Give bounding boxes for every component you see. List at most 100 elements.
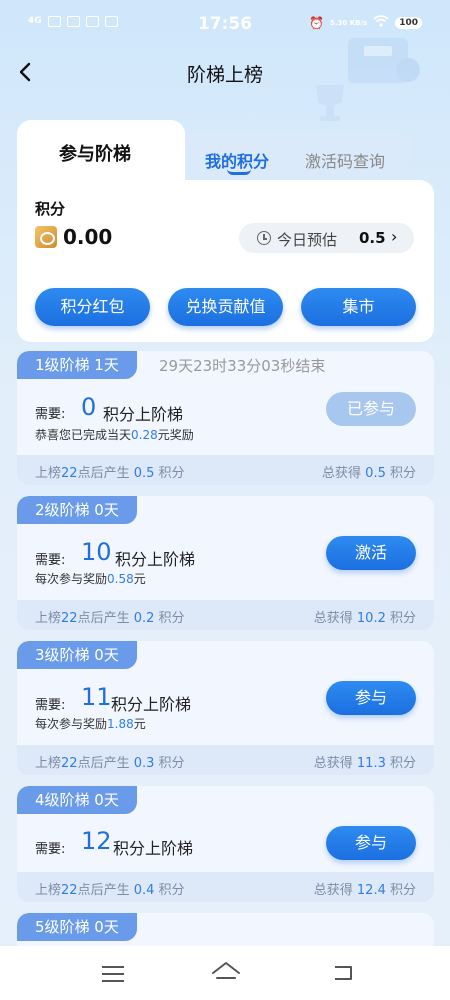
- tier-footer-right: 总获得 12.4 积分: [314, 879, 416, 898]
- tier-footer-right: 总获得 11.3 积分: [314, 752, 416, 771]
- tier-footer-right: 总获得 0.5 积分: [322, 462, 416, 481]
- footer-text: 点后产生: [77, 466, 134, 481]
- tier-badge: 3级阶梯 0天: [17, 641, 137, 669]
- coin-icon: [35, 226, 57, 248]
- tier-footer: 上榜22点后产生 0.3 积分 总获得 11.3 积分: [17, 745, 434, 775]
- tier-need-unit: 积分上阶梯: [115, 550, 196, 569]
- tier-card-2: 2级阶梯 0天 需要: 10 积分上阶梯 每次参与奖励0.58元 激活 上榜22…: [17, 496, 434, 630]
- tier-footer-left: 上榜22点后产生 0.3 积分: [35, 752, 185, 771]
- footer-text: 总获得: [313, 756, 357, 771]
- tab-activation-code[interactable]: 激活码查询: [305, 148, 385, 172]
- tier-note: 恭喜您已完成当天0.28元奖励: [35, 426, 194, 443]
- footer-total: 12.4: [356, 883, 386, 898]
- footer-text: 上榜: [35, 611, 62, 626]
- points-card: 参与阶梯 我的积分 激活码查询 积分 0.00 今日预估 0.5 › 积分红包 …: [17, 120, 434, 342]
- footer-unit: 积分: [154, 611, 185, 626]
- tier-note-amount: 0.58: [107, 572, 134, 586]
- tier-card-3: 3级阶梯 0天 需要: 11 积分上阶梯 每次参与奖励1.88元 参与 上榜22…: [17, 641, 434, 775]
- network-speed: 5.30 KB/s: [330, 18, 368, 27]
- tier-need-unit: 积分上阶梯: [103, 405, 184, 424]
- battery-indicator: 100: [395, 17, 422, 29]
- alarm-icon: ⏰: [309, 16, 324, 30]
- tier-footer: 上榜22点后产生 0.4 积分 总获得 12.4 积分: [17, 872, 434, 902]
- tier-note-suffix: 元奖励: [157, 428, 194, 442]
- points-label: 积分: [35, 200, 66, 218]
- chevron-right-icon: ›: [391, 227, 398, 246]
- today-estimate[interactable]: 今日预估 0.5 ›: [239, 223, 414, 253]
- tier-note: 每次参与奖励0.58元: [35, 570, 146, 587]
- points-card-body: 积分 0.00 今日预估 0.5 › 积分红包 兑换贡献值 集市: [17, 180, 434, 342]
- tab-join-ladder-label: 参与阶梯: [59, 144, 131, 165]
- footer-text: 点后产生: [77, 611, 134, 626]
- footer-unit: 积分: [385, 883, 416, 898]
- tier-footer-left: 上榜22点后产生 0.5 积分: [35, 462, 185, 481]
- footer-text: 总获得: [313, 883, 357, 898]
- estimate-label: 今日预估: [277, 231, 338, 249]
- activate-button[interactable]: 激活: [326, 536, 416, 570]
- tier-need-unit: 积分上阶梯: [111, 695, 192, 714]
- footer-text: 点后产生: [77, 756, 134, 771]
- tier-footer-right: 总获得 10.2 积分: [314, 607, 416, 626]
- points-value: 0.00: [63, 225, 113, 249]
- tier-note-amount: 1.88: [107, 717, 134, 731]
- tier-need-points: 11: [81, 683, 112, 711]
- footer-unit: 积分: [385, 611, 416, 626]
- join-button[interactable]: 参与: [326, 681, 416, 715]
- tier-note-text: 恭喜您已完成当天: [35, 428, 132, 442]
- footer-total: 10.2: [356, 611, 386, 626]
- tier-note: 每次参与奖励1.88元: [35, 715, 146, 732]
- footer-value: 0.5: [133, 466, 155, 481]
- footer-text: 上榜: [35, 756, 62, 771]
- tier-note-suffix: 元: [133, 717, 146, 731]
- status-right: ⏰ 5.30 KB/s 100: [309, 15, 422, 31]
- tier-need-points: 0: [81, 393, 97, 421]
- footer-text: 上榜: [35, 883, 62, 898]
- tier-badge: 2级阶梯 0天: [17, 496, 137, 524]
- footer-unit: 积分: [154, 466, 185, 481]
- tier-card-4: 4级阶梯 0天 需要: 12 积分上阶梯 参与 上榜22点后产生 0.4 积分 …: [17, 786, 434, 902]
- footer-hour: 22: [61, 611, 78, 626]
- footer-total: 11.3: [356, 756, 386, 771]
- tier-footer-left: 上榜22点后产生 0.4 积分: [35, 879, 185, 898]
- tier-footer-left: 上榜22点后产生 0.2 积分: [35, 607, 185, 626]
- tab-active-indicator: [227, 169, 251, 175]
- tier-note-amount: 0.28: [131, 428, 158, 442]
- footer-text: 点后产生: [77, 883, 134, 898]
- market-button[interactable]: 集市: [301, 288, 416, 326]
- footer-unit: 积分: [154, 756, 185, 771]
- footer-value: 0.3: [133, 756, 155, 771]
- estimate-value: 0.5: [359, 229, 386, 247]
- tier-card-1: 1级阶梯 1天 29天23时33分03秒结束 需要: 0 积分上阶梯 恭喜您已完…: [17, 351, 434, 485]
- tier-note-text: 每次参与奖励: [35, 572, 108, 586]
- footer-total: 0.5: [365, 466, 386, 481]
- tier-need-unit: 积分上阶梯: [113, 839, 194, 858]
- footer-unit: 积分: [385, 466, 416, 481]
- footer-text: 总获得: [322, 466, 366, 481]
- tier-need-label: 需要:: [35, 553, 66, 568]
- footer-unit: 积分: [385, 756, 416, 771]
- back-icon[interactable]: [332, 964, 354, 982]
- tier-need-points: 12: [81, 827, 112, 855]
- footer-value: 0.4: [133, 883, 155, 898]
- exchange-contribution-button[interactable]: 兑换贡献值: [168, 288, 283, 326]
- footer-text: 总获得: [313, 611, 357, 626]
- join-button[interactable]: 参与: [326, 826, 416, 860]
- tier-need-points: 10: [81, 538, 112, 566]
- tier-need-label: 需要:: [35, 407, 66, 422]
- footer-hour: 22: [61, 466, 78, 481]
- tier-footer: 上榜22点后产生 0.2 积分 总获得 10.2 积分: [17, 600, 434, 630]
- points-redpacket-button[interactable]: 积分红包: [35, 288, 150, 326]
- home-icon[interactable]: [211, 960, 241, 984]
- footer-unit: 积分: [154, 883, 185, 898]
- trophy-icon: [308, 30, 428, 125]
- tier-badge: 4级阶梯 0天: [17, 786, 137, 814]
- tier-countdown: 29天23时33分03秒结束: [159, 357, 326, 375]
- footer-text: 上榜: [35, 466, 62, 481]
- clock-icon: [257, 231, 271, 245]
- tab-join-ladder[interactable]: 参与阶梯: [17, 120, 185, 182]
- tier-need-label: 需要:: [35, 842, 66, 857]
- joined-button[interactable]: 已参与: [326, 392, 416, 426]
- wifi-icon: [373, 15, 389, 31]
- menu-icon[interactable]: [102, 966, 124, 982]
- footer-hour: 22: [61, 883, 78, 898]
